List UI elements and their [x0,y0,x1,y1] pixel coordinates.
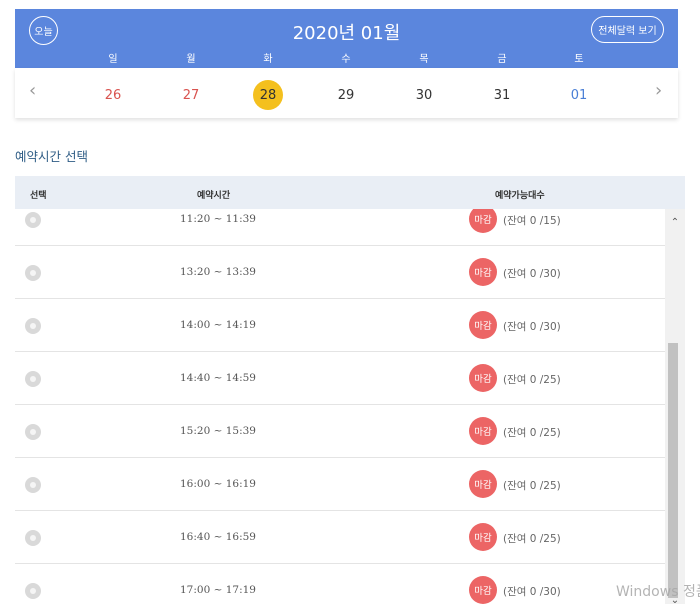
windows-activation-watermark: Windows 정품 [616,584,700,600]
table-body: 11:20 ~ 11:39 마감 (잔여 0 /15) 13:20 ~ 13:3… [15,209,665,604]
closed-badge: 마감 [469,364,497,392]
day-27[interactable]: 27 [176,80,206,110]
weekday-thu: 목 [419,54,429,65]
closed-badge: 마감 [469,209,497,233]
month-title: 2020년 01월 [292,23,401,44]
radio-icon[interactable] [25,212,41,228]
chevron-right-icon[interactable]: › [655,80,662,101]
closed-badge: 마감 [469,576,497,604]
calendar: 오늘 2020년 01월 전체달력 보기 일 월 화 수 목 금 토 ‹ 26 … [15,9,678,118]
time-slot: 17:00 ~ 17:19 [180,584,256,596]
chevron-up-icon[interactable]: ⌃ [669,217,681,228]
table-row[interactable]: 17:00 ~ 17:19 마감 (잔여 0 /30) [15,564,665,604]
table-row[interactable]: 15:20 ~ 15:39 마감 (잔여 0 /25) [15,405,665,458]
time-slot: 13:20 ~ 13:39 [180,266,256,278]
remaining-count: (잔여 0 /25) [503,480,561,492]
day-28-selected[interactable]: 28 [253,80,283,110]
remaining-count: (잔여 0 /30) [503,586,561,598]
remaining-count: (잔여 0 /30) [503,321,561,333]
table-row[interactable]: 14:40 ~ 14:59 마감 (잔여 0 /25) [15,352,665,405]
scrollbar[interactable]: ⌃ ⌄ [665,209,685,604]
weekday-tue: 화 [263,54,273,65]
day-31[interactable]: 31 [487,80,517,110]
weekday-fri: 금 [497,54,507,65]
closed-badge: 마감 [469,417,497,445]
table-row[interactable]: 11:20 ~ 11:39 마감 (잔여 0 /15) [15,209,665,246]
weekday-mon: 월 [186,54,196,65]
scrollbar-thumb[interactable] [668,343,678,598]
time-slot: 14:40 ~ 14:59 [180,372,256,384]
day-01[interactable]: 01 [564,80,594,110]
radio-icon[interactable] [25,424,41,440]
closed-badge: 마감 [469,311,497,339]
header-capacity: 예약가능대수 [495,191,545,201]
radio-icon[interactable] [25,371,41,387]
radio-icon[interactable] [25,265,41,281]
day-26[interactable]: 26 [98,80,128,110]
full-calendar-button[interactable]: 전체달력 보기 [591,16,664,43]
reservation-table: 선택 예약시간 예약가능대수 11:20 ~ 11:39 마감 (잔여 0 /1… [15,176,685,604]
closed-badge: 마감 [469,470,497,498]
weekday-wed: 수 [341,54,351,65]
calendar-header: 오늘 2020년 01월 전체달력 보기 일 월 화 수 목 금 토 [15,9,678,68]
time-slot: 15:20 ~ 15:39 [180,425,256,437]
weekday-sat: 토 [574,54,584,65]
section-title: 예약시간 선택 [15,149,88,164]
radio-icon[interactable] [25,583,41,599]
closed-badge: 마감 [469,258,497,286]
table-row[interactable]: 16:00 ~ 16:19 마감 (잔여 0 /25) [15,458,665,511]
remaining-count: (잔여 0 /15) [503,215,561,227]
time-slot: 16:00 ~ 16:19 [180,478,256,490]
remaining-count: (잔여 0 /30) [503,268,561,280]
table-row[interactable]: 14:00 ~ 14:19 마감 (잔여 0 /30) [15,299,665,352]
time-slot: 14:00 ~ 14:19 [180,319,256,331]
header-time: 예약시간 [197,191,231,201]
weekday-sun: 일 [108,54,118,65]
week-strip: ‹ 26 27 28 29 30 31 01 › [15,68,678,118]
radio-icon[interactable] [25,318,41,334]
day-29[interactable]: 29 [331,80,361,110]
radio-icon[interactable] [25,530,41,546]
time-slot: 11:20 ~ 11:39 [180,213,256,225]
remaining-count: (잔여 0 /25) [503,427,561,439]
table-row[interactable]: 13:20 ~ 13:39 마감 (잔여 0 /30) [15,246,665,299]
day-30[interactable]: 30 [409,80,439,110]
closed-badge: 마감 [469,523,497,551]
remaining-count: (잔여 0 /25) [503,374,561,386]
table-header: 선택 예약시간 예약가능대수 [15,176,685,209]
header-select: 선택 [30,191,47,201]
remaining-count: (잔여 0 /25) [503,533,561,545]
radio-icon[interactable] [25,477,41,493]
time-slot: 16:40 ~ 16:59 [180,531,256,543]
chevron-left-icon[interactable]: ‹ [29,80,36,101]
table-row[interactable]: 16:40 ~ 16:59 마감 (잔여 0 /25) [15,511,665,564]
